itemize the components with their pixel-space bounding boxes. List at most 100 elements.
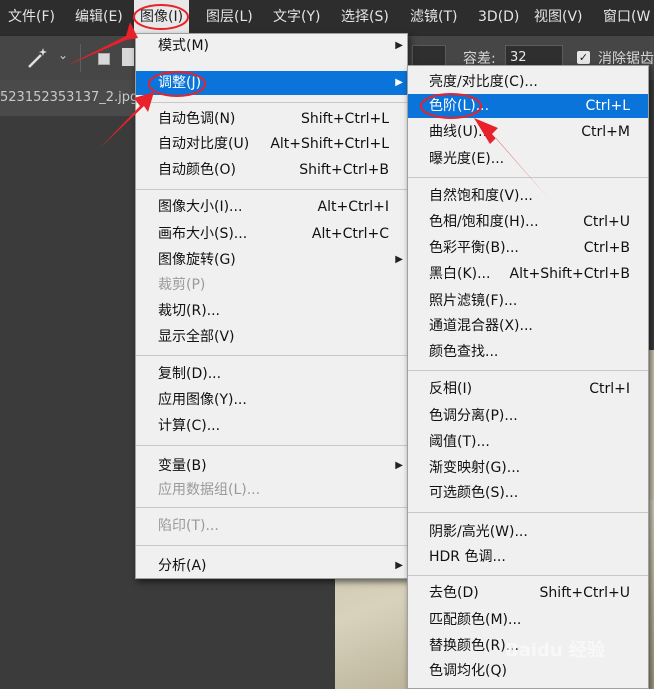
divider <box>136 102 407 103</box>
menu-item-desaturate[interactable]: 去色(D) Shift+Ctrl+U <box>408 581 648 605</box>
menu-item-image-rotation[interactable]: 图像旋转(G) ▶ <box>136 248 407 272</box>
menu-item-label: 渐变映射(G)... <box>429 460 521 476</box>
menu-item-crop: 裁剪(P) <box>136 273 407 297</box>
menu-item-variables[interactable]: 变量(B) ▶ <box>136 454 407 478</box>
menu-item-curves[interactable]: 曲线(U)... Ctrl+M <box>408 120 648 144</box>
menu-select[interactable]: 选择(S) <box>341 0 389 35</box>
divider <box>136 355 407 356</box>
add-selection-icon[interactable] <box>122 48 134 66</box>
menu-item-levels[interactable]: 色阶(L)... Ctrl+L <box>408 94 648 118</box>
menu-item-hdr-toning[interactable]: HDR 色调... <box>408 545 648 569</box>
menu-item-auto-tone[interactable]: 自动色调(N) Shift+Ctrl+L <box>136 107 407 131</box>
menu-item-selective-color[interactable]: 可选颜色(S)... <box>408 481 648 505</box>
shortcut-label: Alt+Ctrl+I <box>317 199 389 215</box>
divider <box>408 512 648 513</box>
submenu-arrow-icon: ▶ <box>395 460 403 471</box>
menu-item-reveal-all[interactable]: 显示全部(V) <box>136 325 407 349</box>
menu-item-label: 显示全部(V) <box>158 329 235 345</box>
divider <box>408 575 648 576</box>
menu-item-label: 色彩平衡(B)... <box>429 240 519 256</box>
menu-view[interactable]: 视图(V) <box>534 0 583 35</box>
menu-item-label: 自动色调(N) <box>158 111 236 127</box>
tool-preset-chevron-icon[interactable]: ⌄ <box>58 48 68 62</box>
menu-item-apply-data-set: 应用数据组(L)... <box>136 478 407 502</box>
menu-item-brightness-contrast[interactable]: 亮度/对比度(C)... <box>408 70 648 94</box>
menu-item-label: 应用数据组(L)... <box>158 482 261 498</box>
document-tab[interactable]: 523152353137_2.jpg <box>0 80 140 116</box>
adjustments-submenu: 亮度/对比度(C)... 色阶(L)... Ctrl+L 曲线(U)... Ctrl… <box>407 65 649 689</box>
menu-item-label: 自动颜色(O) <box>158 162 236 178</box>
divider <box>408 370 648 371</box>
menu-item-exposure[interactable]: 曝光度(E)... <box>408 147 648 171</box>
menu-item-equalize[interactable]: 色调均化(Q) <box>408 659 648 683</box>
menu-item-channel-mixer[interactable]: 通道混合器(X)... <box>408 314 648 338</box>
menu-item-label: 色调均化(Q) <box>429 663 507 679</box>
menu-item-photo-filter[interactable]: 照片滤镜(F)... <box>408 289 648 313</box>
menu-item-canvas-size[interactable]: 画布大小(S)... Alt+Ctrl+C <box>136 222 407 246</box>
document-tab-label: 523152353137_2.jpg <box>0 90 139 105</box>
shortcut-label: Ctrl+B <box>583 240 630 256</box>
menu-item-match-color[interactable]: 匹配颜色(M)... <box>408 608 648 632</box>
menu-item-shadows-highlights[interactable]: 阴影/高光(W)... <box>408 520 648 544</box>
menu-window[interactable]: 窗口(W <box>603 0 650 35</box>
menu-type[interactable]: 文字(Y) <box>273 0 320 35</box>
menu-item-label: 图像大小(I)... <box>158 199 243 215</box>
menu-item-black-white[interactable]: 黑白(K)... Alt+Shift+Ctrl+B <box>408 262 648 286</box>
menu-item-auto-color[interactable]: 自动颜色(O) Shift+Ctrl+B <box>136 158 407 182</box>
menu-item-label: 反相(I) <box>429 381 473 397</box>
menu-image[interactable]: 图像(I) <box>134 0 190 35</box>
menu-item-label: 复制(D)... <box>158 366 222 382</box>
menu-item-auto-contrast[interactable]: 自动对比度(U) Alt+Shift+Ctrl+L <box>136 132 407 156</box>
menu-item-label: 去色(D) <box>429 585 479 601</box>
menu-item-trap: 陷印(T)... <box>136 514 407 538</box>
menu-item-invert[interactable]: 反相(I) Ctrl+I <box>408 377 648 401</box>
menu-item-vibrance[interactable]: 自然饱和度(V)... <box>408 184 648 208</box>
menu-filter[interactable]: 滤镜(T) <box>410 0 457 35</box>
menu-item-apply-image[interactable]: 应用图像(Y)... <box>136 388 407 412</box>
menu-item-hue-saturation[interactable]: 色相/饱和度(H)... Ctrl+U <box>408 210 648 234</box>
menu-item-label: 计算(C)... <box>158 418 221 434</box>
menu-item-label: 亮度/对比度(C)... <box>429 74 538 90</box>
menu-item-gradient-map[interactable]: 渐变映射(G)... <box>408 456 648 480</box>
menu-item-image-size[interactable]: 图像大小(I)... Alt+Ctrl+I <box>136 195 407 219</box>
menu-item-color-balance[interactable]: 色彩平衡(B)... Ctrl+B <box>408 236 648 260</box>
divider <box>136 507 407 508</box>
menu-item-trim[interactable]: 裁切(R)... <box>136 299 407 323</box>
menu-item-color-lookup[interactable]: 颜色查找... <box>408 340 648 364</box>
menu-item-analysis[interactable]: 分析(A) ▶ <box>136 554 407 578</box>
menu-layer[interactable]: 图层(L) <box>206 0 253 35</box>
menu-item-label: 色调分离(P)... <box>429 408 518 424</box>
menu-item-posterize[interactable]: 色调分离(P)... <box>408 404 648 428</box>
submenu-arrow-icon: ▶ <box>395 560 403 571</box>
menu-bar: 文件(F) 编辑(E) 图像(I) 图层(L) 文字(Y) 选择(S) 滤镜(T… <box>0 0 654 35</box>
shortcut-label: Ctrl+U <box>583 214 630 230</box>
magic-wand-icon[interactable] <box>26 46 50 70</box>
shortcut-label: Ctrl+I <box>589 381 630 397</box>
menu-item-label: 色阶(L)... <box>429 98 490 114</box>
submenu-arrow-icon: ▶ <box>395 254 403 265</box>
divider <box>136 445 407 446</box>
shortcut-label: Shift+Ctrl+U <box>539 585 630 601</box>
menu-item-threshold[interactable]: 阈值(T)... <box>408 430 648 454</box>
submenu-arrow-icon: ▶ <box>395 77 403 88</box>
menu-item-label: 陷印(T)... <box>158 518 219 534</box>
new-selection-icon[interactable] <box>98 53 110 65</box>
menu-item-duplicate[interactable]: 复制(D)... <box>136 362 407 386</box>
menu-item-label: 色相/饱和度(H)... <box>429 214 539 230</box>
menu-item-label: HDR 色调... <box>429 549 506 565</box>
menu-item-label: 调整(J) <box>158 75 202 91</box>
menu-item-adjustments[interactable]: 调整(J) ▶ <box>136 71 407 95</box>
antialias-checkbox[interactable]: ✓ <box>577 51 590 64</box>
menu-edit[interactable]: 编辑(E) <box>75 0 123 35</box>
menu-item-label: 应用图像(Y)... <box>158 392 247 408</box>
menu-file[interactable]: 文件(F) <box>8 0 55 35</box>
divider <box>136 189 407 190</box>
menu-item-mode[interactable]: 模式(M) ▶ <box>136 34 407 58</box>
menu-item-calculations[interactable]: 计算(C)... <box>136 414 407 438</box>
divider <box>136 545 407 546</box>
menu-item-label: 变量(B) <box>158 458 207 474</box>
menu-3d[interactable]: 3D(D) <box>478 0 519 35</box>
menu-item-label: 阈值(T)... <box>429 434 490 450</box>
menu-item-label: 自然饱和度(V)... <box>429 188 533 204</box>
submenu-arrow-icon: ▶ <box>395 40 403 51</box>
